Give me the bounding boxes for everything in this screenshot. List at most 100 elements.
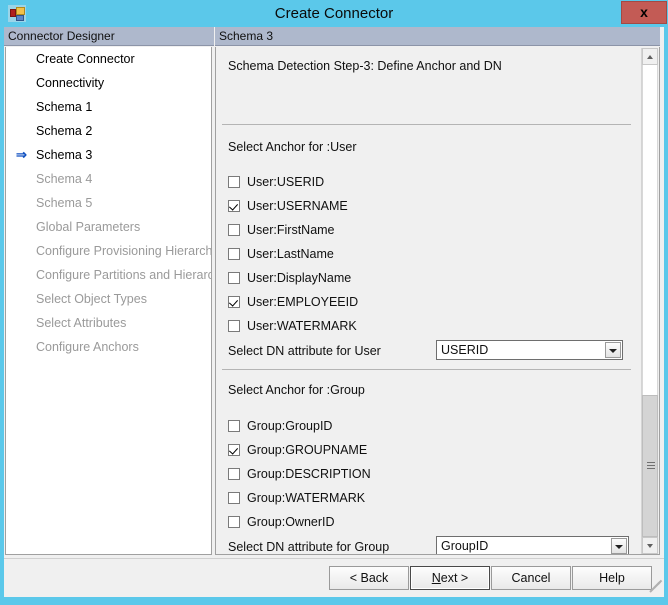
checkbox-label: User:USERNAME — [247, 199, 348, 213]
user-dn-combobox[interactable]: USERID — [436, 340, 623, 360]
user-dn-value: USERID — [441, 343, 489, 357]
checkbox-box[interactable] — [228, 272, 240, 284]
sidebar-item-global-parameters[interactable]: Global Parameters — [6, 215, 211, 239]
sidebar-item-label: Schema 5 — [36, 196, 93, 210]
next-button[interactable]: Next > — [410, 566, 490, 590]
window-title: Create Connector — [274, 5, 394, 22]
checkbox-box[interactable] — [228, 468, 240, 480]
sidebar-item-label: Configure Anchors — [36, 340, 139, 354]
scroll-down-button[interactable] — [642, 537, 658, 554]
checkbox-group-description[interactable]: Group:DESCRIPTION — [228, 467, 371, 485]
checkbox-box[interactable] — [228, 420, 240, 432]
checkbox-label: User:LastName — [247, 247, 334, 261]
wizard-step-list[interactable]: Create Connector Connectivity Schema 1 S… — [5, 47, 212, 555]
chevron-down-icon[interactable] — [611, 538, 627, 554]
checkbox-box[interactable] — [228, 444, 240, 456]
sidebar-item-schema-1[interactable]: Schema 1 — [6, 95, 211, 119]
checkbox-box[interactable] — [228, 320, 240, 332]
checkbox-box[interactable] — [228, 248, 240, 260]
group-dn-label: Select DN attribute for Group — [228, 540, 390, 554]
sidebar-item-schema-3[interactable]: ⇒ Schema 3 — [6, 143, 211, 167]
sidebar-item-label: Schema 2 — [36, 124, 93, 138]
sidebar-item-connectivity[interactable]: Connectivity — [6, 71, 211, 95]
sidebar-item-label: Schema 4 — [36, 172, 93, 186]
sidebar-item-label: Connectivity — [36, 76, 105, 90]
page-title: Schema Detection Step-3: Define Anchor a… — [228, 59, 502, 73]
group-anchor-section-label: Select Anchor for :Group — [228, 383, 365, 397]
checkbox-box[interactable] — [228, 200, 240, 212]
sidebar-item-label: Select Object Types — [36, 292, 147, 306]
checkbox-label: User:WATERMARK — [247, 319, 357, 333]
checkbox-label: Group:DESCRIPTION — [247, 467, 371, 481]
checkbox-label: User:EMPLOYEEID — [247, 295, 359, 309]
back-button[interactable]: < Back — [329, 566, 409, 590]
chevron-down-icon[interactable] — [605, 342, 621, 358]
help-button-label: Help — [599, 571, 625, 585]
connector-designer-pane: Connector Designer Create Connector Conn… — [4, 27, 214, 556]
checkbox-user-displayname[interactable]: User:DisplayName — [228, 271, 351, 289]
sidebar-item-label: Select Attributes — [36, 316, 127, 330]
content-vertical-scrollbar[interactable] — [641, 48, 658, 554]
checkbox-group-ownerid[interactable]: Group:OwnerID — [228, 515, 335, 533]
left-pane-header: Connector Designer — [4, 27, 214, 46]
sidebar-item-configure-anchors[interactable]: Configure Anchors — [6, 335, 211, 359]
sidebar-item-schema-2[interactable]: Schema 2 — [6, 119, 211, 143]
checkbox-label: User:FirstName — [247, 223, 335, 237]
sidebar-item-label: Global Parameters — [36, 220, 141, 234]
sidebar-item-label: Schema 3 — [36, 148, 93, 162]
checkbox-label: Group:GroupID — [247, 419, 333, 433]
next-button-mnemonic: N — [431, 571, 441, 585]
checkbox-group-watermark[interactable]: Group:WATERMARK — [228, 491, 365, 509]
group-dn-value: GroupID — [441, 539, 489, 553]
schema-3-pane: Schema 3 Schema Detection Step-3: Define… — [215, 27, 660, 556]
create-connector-window: Create Connector x Connector Designer Cr… — [0, 0, 668, 605]
sidebar-item-label: Configure Provisioning Hierarchy — [36, 244, 212, 258]
checkbox-user-userid[interactable]: User:USERID — [228, 175, 324, 193]
sidebar-item-select-object-types[interactable]: Select Object Types — [6, 287, 211, 311]
checkbox-group-groupid[interactable]: Group:GroupID — [228, 419, 332, 437]
sidebar-item-select-attributes[interactable]: Select Attributes — [6, 311, 211, 335]
cancel-button[interactable]: Cancel — [491, 566, 571, 590]
dialog-button-bar: < Back Next > Cancel Help — [4, 558, 664, 597]
checkbox-user-watermark[interactable]: User:WATERMARK — [228, 319, 357, 337]
sidebar-item-label: Create Connector — [36, 52, 135, 66]
checkbox-box[interactable] — [228, 176, 240, 188]
scrollbar-thumb[interactable] — [642, 395, 658, 537]
sidebar-item-configure-partitions-and-hierarchies[interactable]: Configure Partitions and Hierarchies — [6, 263, 211, 287]
checkbox-box[interactable] — [228, 296, 240, 308]
sidebar-item-schema-5[interactable]: Schema 5 — [6, 191, 211, 215]
grip-icon — [647, 462, 655, 470]
sidebar-item-label: Schema 1 — [36, 100, 93, 114]
sidebar-item-configure-provisioning-hierarchy[interactable]: Configure Provisioning Hierarchy — [6, 239, 211, 263]
checkbox-user-username[interactable]: User:USERNAME — [228, 199, 348, 217]
right-pane-header: Schema 3 — [215, 27, 660, 46]
checkbox-group-groupname[interactable]: Group:GROUPNAME — [228, 443, 367, 461]
sidebar-item-label: Configure Partitions and Hierarchies — [36, 268, 211, 282]
close-button[interactable]: x — [621, 1, 667, 24]
checkbox-box[interactable] — [228, 492, 240, 504]
sidebar-item-schema-4[interactable]: Schema 4 — [6, 167, 211, 191]
divider-top — [222, 124, 631, 125]
group-dn-combobox[interactable]: GroupID — [436, 536, 629, 554]
sidebar-item-create-connector[interactable]: Create Connector — [6, 47, 211, 71]
checkbox-user-firstname[interactable]: User:FirstName — [228, 223, 335, 241]
checkbox-box[interactable] — [228, 224, 240, 236]
checkbox-label: User:DisplayName — [247, 271, 352, 285]
checkbox-label: Group:OwnerID — [247, 515, 335, 529]
user-dn-label: Select DN attribute for User — [228, 344, 381, 358]
resize-grip-icon[interactable] — [648, 579, 663, 595]
checkbox-label: Group:GROUPNAME — [247, 443, 368, 457]
current-step-arrow-icon: ⇒ — [16, 147, 27, 162]
scroll-up-button[interactable] — [642, 48, 658, 65]
schema-3-content: Schema Detection Step-3: Define Anchor a… — [215, 47, 660, 555]
next-button-label: ext > — [440, 571, 469, 585]
checkbox-user-lastname[interactable]: User:LastName — [228, 247, 334, 265]
help-button[interactable]: Help — [572, 566, 652, 590]
checkbox-label: Group:WATERMARK — [247, 491, 366, 505]
checkbox-box[interactable] — [228, 516, 240, 528]
back-button-label: < Back — [349, 571, 389, 585]
checkbox-label: User:USERID — [247, 175, 325, 189]
title-bar: Create Connector x — [0, 0, 668, 27]
checkbox-user-employeeid[interactable]: User:EMPLOYEEID — [228, 295, 358, 313]
scrollbar-track[interactable] — [642, 65, 658, 395]
